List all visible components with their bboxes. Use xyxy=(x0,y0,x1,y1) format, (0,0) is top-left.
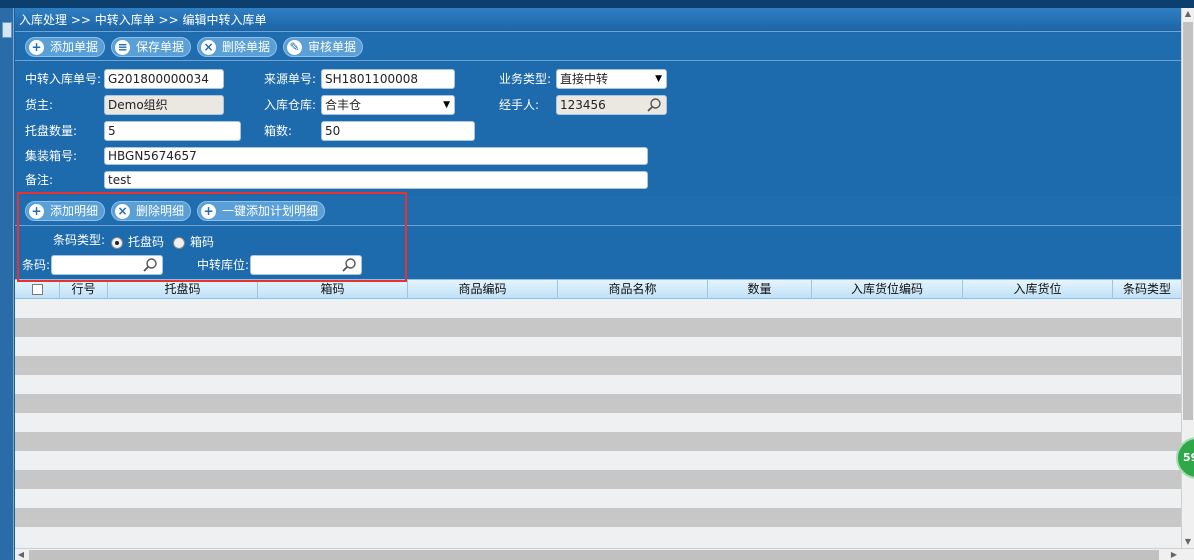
remark-field[interactable]: test xyxy=(104,171,648,189)
dropdown-arrow-icon: ▼ xyxy=(443,100,450,110)
horizontal-scroll-thumb[interactable] xyxy=(29,550,1159,560)
table-row xyxy=(15,470,1181,489)
scroll-down-icon[interactable]: ▼ xyxy=(1182,536,1194,548)
col-product-name[interactable]: 商品名称 xyxy=(558,280,708,299)
container-field[interactable]: HBGN5674657 xyxy=(104,147,648,165)
order-no-field[interactable]: G201800000034 xyxy=(104,69,224,89)
handler-value: 123456 xyxy=(560,98,606,112)
col-location-code[interactable]: 入库货位编码 xyxy=(812,280,963,299)
owner-label: 货主: xyxy=(25,98,54,112)
biz-type-label: 业务类型: xyxy=(499,72,552,86)
remark-label: 备注: xyxy=(25,173,54,187)
table-row xyxy=(15,356,1181,375)
table-row xyxy=(15,299,1181,318)
main-panel: 入库处理 >> 中转入库单 >> 编辑中转入库单 + 添加单据 ≡ 保存单据 ×… xyxy=(15,8,1181,548)
order-no-label: 中转入库单号: xyxy=(25,72,102,86)
audit-doc-button[interactable]: ✎ 审核单据 xyxy=(283,37,364,57)
table-row xyxy=(15,413,1181,432)
table-row xyxy=(15,375,1181,394)
table-row xyxy=(15,508,1181,527)
save-doc-label: 保存单据 xyxy=(136,40,185,54)
warehouse-select[interactable]: 合丰仓 ▼ xyxy=(321,95,455,115)
pallet-qty-label: 托盘数量: xyxy=(25,124,78,138)
save-icon: ≡ xyxy=(115,40,130,55)
delete-doc-label: 删除单据 xyxy=(222,40,271,54)
document-toolbar: + 添加单据 ≡ 保存单据 × 删除单据 ✎ 审核单据 xyxy=(15,33,1181,61)
biz-type-select[interactable]: 直接中转 ▼ xyxy=(556,69,667,89)
vertical-scroll-thumb[interactable] xyxy=(1183,22,1193,420)
owner-field[interactable]: Demo组织 xyxy=(104,95,224,115)
box-qty-label: 箱数: xyxy=(264,124,293,138)
source-no-field[interactable]: SH1801100008 xyxy=(321,69,455,89)
select-all-checkbox[interactable] xyxy=(32,284,43,295)
biz-type-value: 直接中转 xyxy=(560,72,609,86)
close-icon: × xyxy=(201,40,216,55)
pallet-qty-field[interactable]: 5 xyxy=(104,121,241,141)
col-barcode-type[interactable]: 条码类型 xyxy=(1113,280,1181,299)
horizontal-scrollbar[interactable]: ◀ ▶ xyxy=(15,548,1194,560)
col-row-no[interactable]: 行号 xyxy=(60,280,108,299)
highlight-box xyxy=(17,192,407,282)
delete-doc-button[interactable]: × 删除单据 xyxy=(197,37,278,57)
save-doc-button[interactable]: ≡ 保存单据 xyxy=(111,37,192,57)
scroll-right-icon[interactable]: ▶ xyxy=(1168,549,1180,560)
col-product-code[interactable]: 商品编码 xyxy=(408,280,558,299)
grid-body xyxy=(15,299,1181,548)
table-row xyxy=(15,394,1181,413)
warehouse-value: 合丰仓 xyxy=(325,98,362,112)
box-qty-field[interactable]: 50 xyxy=(321,121,475,141)
grid-header: 行号 托盘码 箱码 商品编码 商品名称 数量 入库货位编码 入库货位 条码类型 xyxy=(15,279,1181,299)
select-all-cell xyxy=(15,280,60,299)
add-doc-label: 添加单据 xyxy=(50,40,99,54)
col-box-code[interactable]: 箱码 xyxy=(258,280,408,299)
col-location[interactable]: 入库货位 xyxy=(963,280,1113,299)
col-quantity[interactable]: 数量 xyxy=(708,280,812,299)
table-row xyxy=(15,318,1181,337)
warehouse-label: 入库仓库: xyxy=(264,98,317,112)
add-doc-button[interactable]: + 添加单据 xyxy=(25,37,106,57)
left-gutter xyxy=(0,8,14,560)
table-row xyxy=(15,527,1181,546)
col-pallet-code[interactable]: 托盘码 xyxy=(108,280,258,299)
scroll-up-icon[interactable]: ▲ xyxy=(1182,8,1194,20)
table-row xyxy=(15,337,1181,356)
top-strip xyxy=(0,0,1194,8)
plus-icon: + xyxy=(29,40,44,55)
table-row xyxy=(15,489,1181,508)
handler-label: 经手人: xyxy=(499,98,540,112)
scroll-left-icon[interactable]: ◀ xyxy=(15,549,27,560)
table-row xyxy=(15,451,1181,470)
source-no-label: 来源单号: xyxy=(264,72,317,86)
container-label: 集装箱号: xyxy=(25,149,78,163)
left-collapse-tab[interactable] xyxy=(2,22,12,38)
pencil-icon: ✎ xyxy=(287,40,302,55)
breadcrumb: 入库处理 >> 中转入库单 >> 编辑中转入库单 xyxy=(15,8,1181,32)
search-icon[interactable] xyxy=(646,97,662,113)
audit-doc-label: 审核单据 xyxy=(308,40,357,54)
dropdown-arrow-icon: ▼ xyxy=(655,74,662,84)
handler-field[interactable]: 123456 xyxy=(556,95,667,115)
table-row xyxy=(15,432,1181,451)
